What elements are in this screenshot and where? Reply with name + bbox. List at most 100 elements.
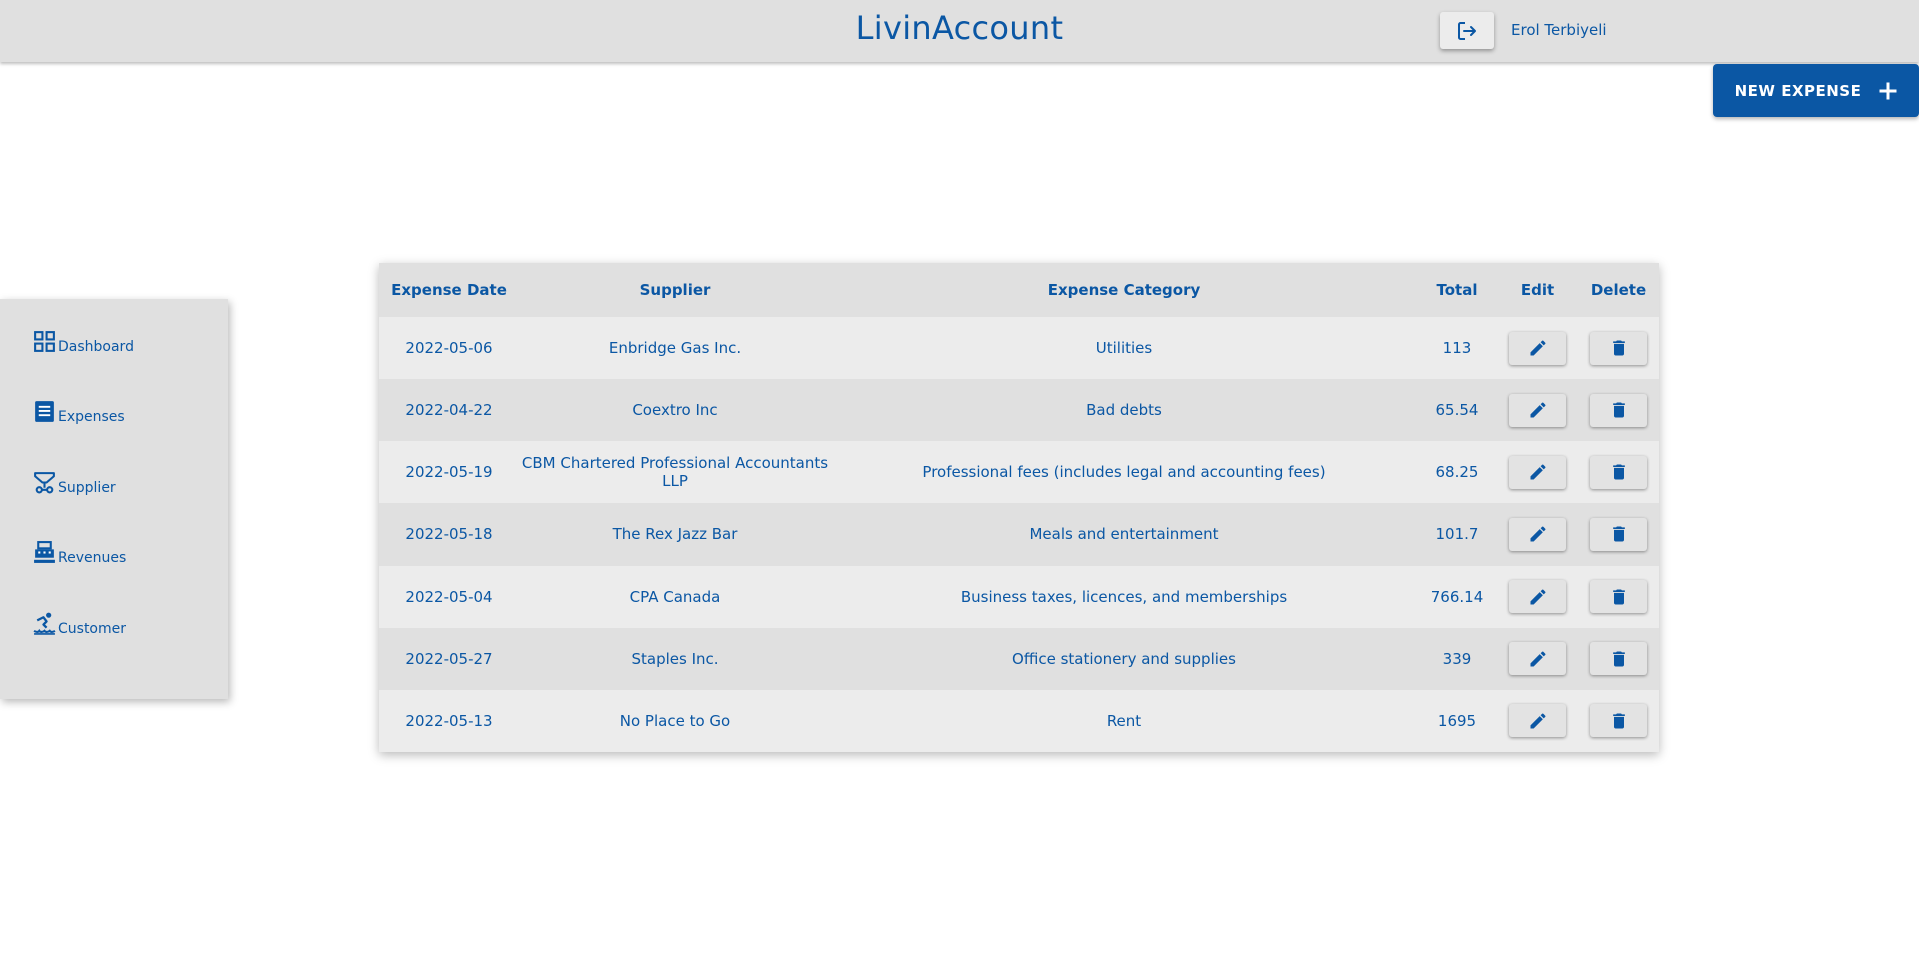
sidebar-item-supplier[interactable]: Supplier — [32, 470, 116, 496]
expenses-icon — [35, 401, 54, 422]
sidebar-item-label: Customer — [58, 621, 127, 637]
pencil-icon — [1530, 402, 1546, 418]
pencil-icon — [1530, 713, 1546, 729]
trash-icon — [1612, 589, 1625, 605]
cell-delete — [1578, 317, 1659, 380]
table-row: 2022-04-22 Coextro Inc Bad debts 65.54 — [379, 379, 1659, 442]
trash-icon — [1612, 464, 1625, 480]
cell-delete — [1578, 627, 1659, 690]
cell-supplier: No Place to Go — [519, 689, 831, 752]
column-header-category[interactable]: Expense Category — [831, 263, 1417, 317]
edit-button[interactable] — [1509, 517, 1566, 551]
sidebar-item-expenses[interactable]: Expenses — [32, 399, 125, 425]
cell-delete — [1578, 689, 1659, 752]
pencil-icon — [1530, 589, 1546, 605]
sidebar-item-revenues[interactable]: Revenues — [32, 540, 126, 566]
cell-total: 1695 — [1417, 689, 1497, 752]
cell-supplier: Enbridge Gas Inc. — [519, 317, 831, 380]
trash-icon — [1612, 651, 1625, 667]
cell-total: 339 — [1417, 627, 1497, 690]
cell-total: 113 — [1417, 317, 1497, 380]
edit-button[interactable] — [1509, 393, 1566, 427]
pencil-icon — [1530, 526, 1546, 542]
table-row: 2022-05-19 CBM Chartered Professional Acc… — [379, 441, 1659, 504]
sidebar-item-customer[interactable]: Customer — [32, 611, 126, 637]
column-header-supplier[interactable]: Supplier — [519, 263, 831, 317]
cell-expense-category: Bad debts — [831, 379, 1417, 442]
cell-delete — [1578, 503, 1659, 566]
sidebar: Dashboard Expenses Supplier Revenues Cus… — [0, 299, 228, 699]
cell-expense-date: 2022-05-18 — [379, 503, 519, 566]
trash-icon — [1612, 526, 1625, 542]
expense-table: Expense Date Supplier Expense Category T… — [379, 263, 1659, 752]
cell-expense-category: Office stationery and supplies — [831, 627, 1417, 690]
cell-delete — [1578, 379, 1659, 442]
sidebar-item-dashboard[interactable]: Dashboard — [32, 329, 134, 355]
edit-button[interactable] — [1509, 580, 1566, 614]
new-expense-button[interactable]: NEW EXPENSE — [1713, 64, 1919, 117]
cell-total: 101.7 — [1417, 503, 1497, 566]
trash-icon — [1612, 713, 1625, 729]
delete-button[interactable] — [1590, 455, 1647, 489]
pencil-icon — [1530, 340, 1546, 356]
cell-supplier: Coextro Inc — [519, 379, 831, 442]
cell-supplier: Staples Inc. — [519, 627, 831, 690]
pencil-icon — [1530, 651, 1546, 667]
logout-button[interactable] — [1440, 12, 1494, 49]
cell-edit — [1497, 627, 1578, 690]
cell-delete — [1578, 565, 1659, 628]
app-header: LivinAccount Erol Terbiyeli — [0, 0, 1919, 62]
cell-edit — [1497, 441, 1578, 504]
table-row: 2022-05-04 CPA Canada Business taxes, lice… — [379, 565, 1659, 628]
customer-icon — [33, 612, 56, 635]
delete-button[interactable] — [1590, 517, 1647, 551]
cell-expense-category: Rent — [831, 689, 1417, 752]
column-header-edit: Edit — [1497, 263, 1578, 317]
supplier-icon — [34, 472, 55, 494]
logout-icon — [1458, 21, 1476, 40]
edit-button[interactable] — [1509, 455, 1566, 489]
cell-expense-date: 2022-05-06 — [379, 317, 519, 380]
cell-total: 65.54 — [1417, 379, 1497, 442]
sidebar-item-label: Expenses — [58, 409, 125, 425]
delete-button[interactable] — [1590, 393, 1647, 427]
new-expense-label: NEW EXPENSE — [1734, 81, 1862, 100]
cell-expense-date: 2022-05-04 — [379, 565, 519, 628]
cell-expense-category: Meals and entertainment — [831, 503, 1417, 566]
delete-button[interactable] — [1590, 331, 1647, 365]
app-title: LivinAccount — [855, 9, 1064, 47]
trash-icon — [1612, 340, 1625, 356]
delete-button[interactable] — [1590, 580, 1647, 614]
sidebar-item-label: Dashboard — [58, 339, 134, 355]
cell-expense-date: 2022-05-27 — [379, 627, 519, 690]
cell-supplier: CPA Canada — [519, 565, 831, 628]
cell-expense-category: Utilities — [831, 317, 1417, 380]
revenues-icon — [34, 541, 55, 563]
cell-supplier: The Rex Jazz Bar — [519, 503, 831, 566]
delete-button[interactable] — [1590, 642, 1647, 676]
table-row: 2022-05-06 Enbridge Gas Inc. Utilities 113 — [379, 317, 1659, 380]
table-row: 2022-05-18 The Rex Jazz Bar Meals and ente… — [379, 503, 1659, 566]
delete-button[interactable] — [1590, 704, 1647, 738]
cell-edit — [1497, 689, 1578, 752]
cell-edit — [1497, 317, 1578, 380]
dashboard-icon — [34, 331, 55, 352]
sidebar-item-label: Supplier — [58, 480, 116, 496]
cell-total: 766.14 — [1417, 565, 1497, 628]
edit-button[interactable] — [1509, 704, 1566, 738]
table-row: 2022-05-13 No Place to Go Rent 1695 — [379, 689, 1659, 752]
cell-delete — [1578, 441, 1659, 504]
table-row: 2022-05-27 Staples Inc. Office stationery … — [379, 627, 1659, 690]
pencil-icon — [1530, 464, 1546, 480]
edit-button[interactable] — [1509, 331, 1566, 365]
cell-edit — [1497, 503, 1578, 566]
cell-edit — [1497, 565, 1578, 628]
column-header-date[interactable]: Expense Date — [379, 263, 519, 317]
column-header-total[interactable]: Total — [1417, 263, 1497, 317]
cell-expense-date: 2022-05-13 — [379, 689, 519, 752]
edit-button[interactable] — [1509, 642, 1566, 676]
cell-edit — [1497, 379, 1578, 442]
user-name[interactable]: Erol Terbiyeli — [1511, 21, 1607, 39]
cell-supplier: CBM Chartered Professional Accountants L… — [519, 441, 831, 504]
cell-expense-category: Business taxes, licences, and membership… — [831, 565, 1417, 628]
